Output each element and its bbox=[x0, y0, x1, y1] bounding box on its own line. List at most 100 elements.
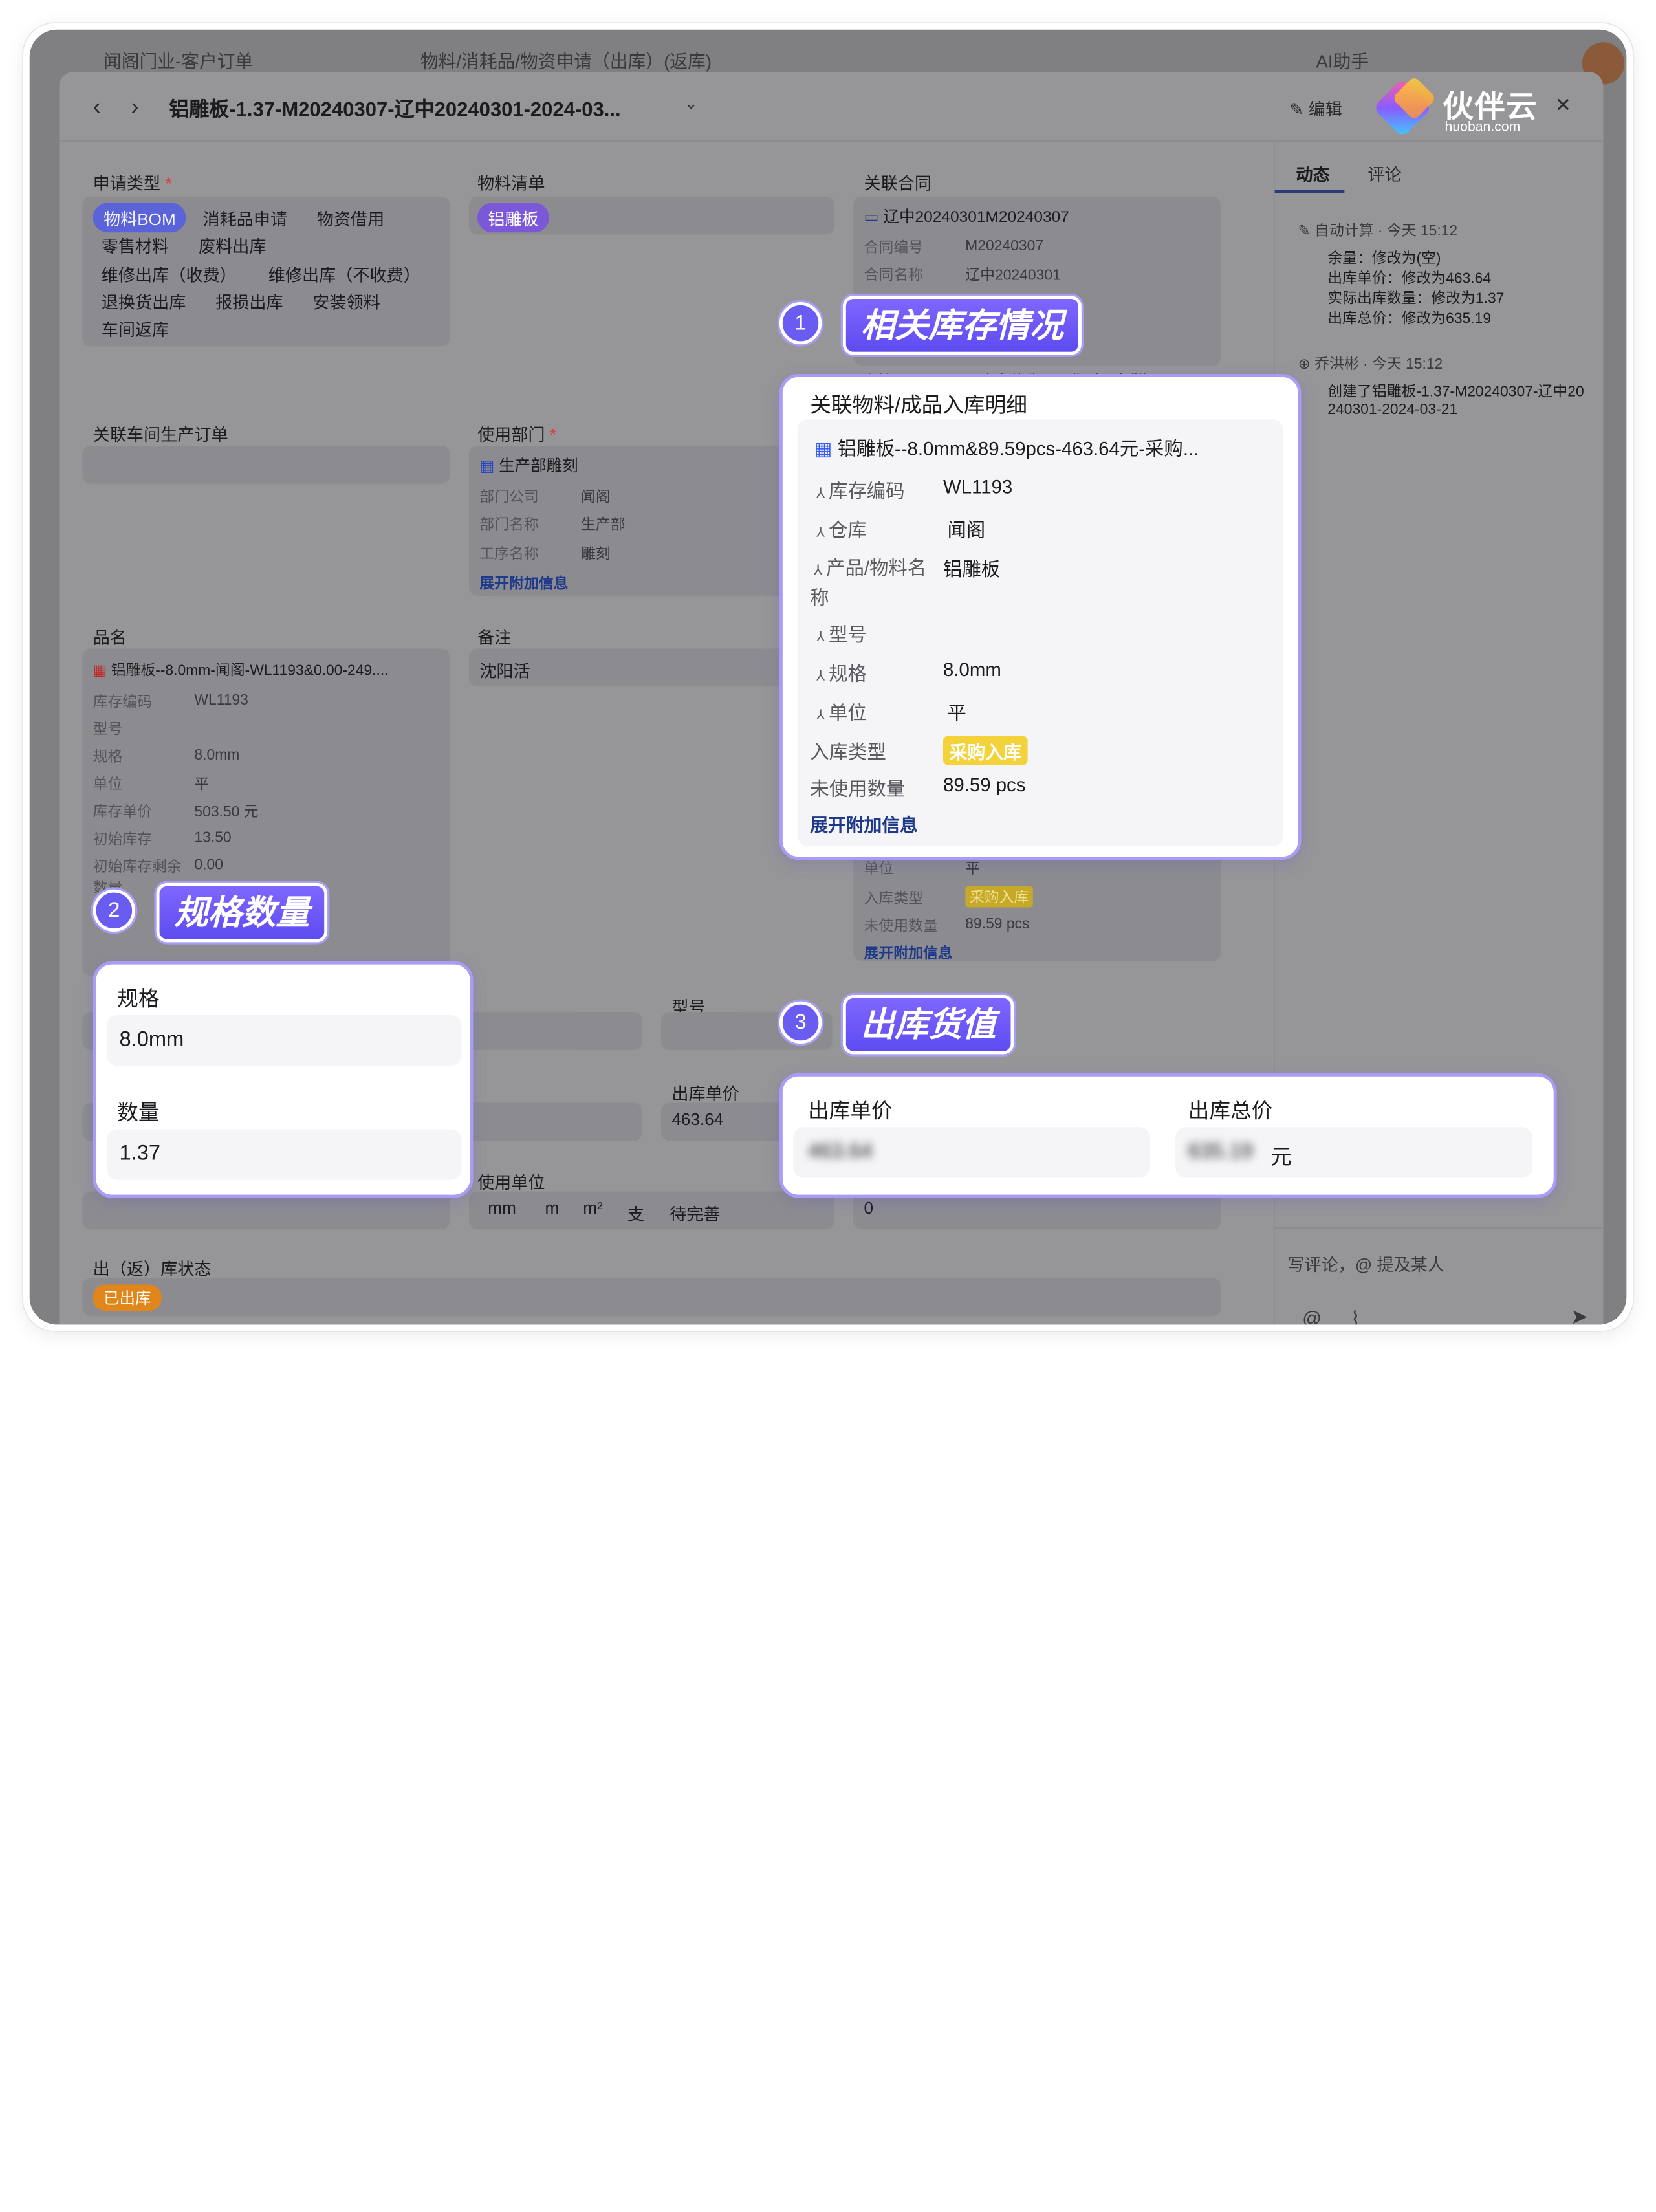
hierarchy-icon: ⅄ bbox=[816, 485, 829, 501]
card2-qty-value: 1.37 bbox=[119, 1141, 161, 1165]
record-header: ‹ › 铝雕板-1.37-M20240307-辽中20240301-2024-0… bbox=[59, 72, 1604, 142]
bom-value-pill[interactable]: 铝雕板 bbox=[477, 203, 550, 233]
dept-company-value: 闻阁 bbox=[580, 488, 611, 505]
product-value: 铝雕板--8.0mm-闻阁-WL1193&0.00-249.... bbox=[111, 661, 389, 679]
hierarchy-icon: ⅄ bbox=[816, 628, 829, 644]
prev-record-icon[interactable]: ‹ bbox=[93, 93, 101, 120]
chevron-down-icon[interactable]: ⌄ bbox=[684, 94, 698, 113]
card1-value: 8.0mm bbox=[943, 659, 1001, 681]
workshop-order-label: 关联车间生产订单 bbox=[93, 426, 228, 445]
out-value-card: 出库单价 463.64 出库总价 635.19 元 bbox=[779, 1073, 1557, 1198]
dept-label: 使用部门 * bbox=[477, 421, 556, 446]
init-stock-value: 13.50 bbox=[194, 828, 232, 846]
card1-key-text: 产品/物料名称 bbox=[810, 558, 927, 609]
hierarchy-icon: ⅄ bbox=[816, 523, 829, 540]
card1-type-key: 入库类型 bbox=[810, 741, 886, 763]
callout-3-badge: 3 bbox=[779, 1001, 822, 1044]
dept-value: 生产部雕刻 bbox=[499, 457, 578, 476]
pencil-icon: ✎ bbox=[1298, 221, 1315, 239]
status-badge[interactable]: 已出库 bbox=[93, 1284, 162, 1311]
apply-type-option[interactable]: 报损出库 bbox=[215, 289, 283, 314]
ai-assistant-button[interactable]: AI助手 bbox=[1316, 47, 1369, 73]
card1-key-text: 仓库 bbox=[828, 520, 867, 541]
card1-key: ⅄ 仓库 bbox=[816, 516, 867, 543]
close-icon[interactable]: × bbox=[1556, 91, 1571, 120]
apply-type-option[interactable]: 零售材料 bbox=[102, 232, 169, 257]
card1-key: ⅄ 产品/物料名称 bbox=[810, 554, 932, 613]
card1-value: 铝雕板 bbox=[943, 558, 1001, 580]
feed-entry-2-head-text: 乔洪彬 · 今天 15:12 bbox=[1314, 355, 1443, 372]
edit-button[interactable]: ✎ 编辑 bbox=[1290, 95, 1342, 120]
bg-tab-customer-orders[interactable]: 闻阁门业-客户订单 bbox=[104, 47, 253, 73]
attachment-icon[interactable]: ⌇ bbox=[1351, 1308, 1360, 1324]
stock-code-key: 库存编码 bbox=[93, 693, 153, 710]
apply-type-option[interactable]: 物资借用 bbox=[317, 205, 385, 230]
feed-line: 240301-2024-03-21 bbox=[1327, 400, 1458, 417]
init-stock-key: 初始库存 bbox=[93, 830, 153, 848]
apply-type-label-text: 申请类型 bbox=[93, 175, 161, 193]
under-expand-link[interactable]: 展开附加信息 bbox=[864, 942, 953, 963]
plus-circle-icon: ⊕ bbox=[1298, 355, 1315, 372]
dept-label-text: 使用部门 bbox=[477, 426, 545, 445]
comment-input[interactable]: 写评论，@ 提及某人 bbox=[1287, 1251, 1444, 1276]
card3-price-label: 出库单价 bbox=[808, 1099, 893, 1123]
use-unit-label: 使用单位 bbox=[477, 1174, 545, 1193]
under-type-tag: 采购入库 bbox=[965, 886, 1033, 908]
apply-type-option[interactable]: 维修出库（收费） bbox=[102, 261, 237, 286]
apply-type-option[interactable]: 安装领料 bbox=[312, 289, 380, 314]
card1-unused-key: 未使用数量 bbox=[810, 778, 906, 800]
apply-type-option[interactable]: 车间返库 bbox=[102, 316, 169, 341]
use-unit-option[interactable]: 待完善 bbox=[670, 1200, 720, 1225]
use-unit-option[interactable]: mm bbox=[488, 1200, 516, 1219]
out-price-value-bg: 463.64 bbox=[671, 1111, 724, 1130]
apply-type-option[interactable]: 退换货出库 bbox=[102, 289, 186, 314]
apply-type-option[interactable]: 消耗品申请 bbox=[202, 205, 287, 230]
dept-link[interactable]: ▦ 生产部雕刻 bbox=[479, 454, 578, 476]
card1-type-tag: 采购入库 bbox=[943, 736, 1028, 765]
use-unit-option[interactable]: 支 bbox=[627, 1200, 644, 1225]
feed-entry-1-head: ✎ 自动计算 · 今天 15:12 bbox=[1298, 220, 1458, 241]
card2-spec-label: 规格 bbox=[117, 987, 160, 1011]
feed-line: 出库单价：修改为463.64 bbox=[1327, 269, 1492, 287]
record-title: 铝雕板-1.37-M20240307-辽中20240301-2024-03... bbox=[169, 99, 621, 122]
send-icon[interactable]: ➤ bbox=[1571, 1304, 1588, 1324]
card1-value: 闻阁 bbox=[947, 520, 986, 541]
stage: 闻阁门业-客户订单 物料/消耗品/物资申请（出库）(返库) AI助手 ‹ › 铝… bbox=[0, 0, 1656, 2212]
feed-line: 余量：修改为(空) bbox=[1327, 249, 1441, 267]
tab-activity[interactable]: 动态 bbox=[1296, 160, 1329, 186]
workshop-order-field[interactable] bbox=[82, 445, 450, 484]
remark-label: 备注 bbox=[477, 630, 512, 648]
use-unit-option[interactable]: m bbox=[545, 1200, 559, 1219]
contract-link[interactable]: ▭ 辽中20240301M20240307 bbox=[864, 205, 1069, 227]
dept-expand-link[interactable]: 展开附加信息 bbox=[479, 573, 568, 594]
callout-2-label: 规格数量 bbox=[156, 882, 328, 943]
apply-type-option[interactable]: 废料出库 bbox=[199, 232, 267, 257]
card1-key-text: 单位 bbox=[828, 702, 867, 724]
card1-item-text: 铝雕板--8.0mm&89.59pcs-463.64元-采购... bbox=[837, 438, 1199, 460]
card3-total-unit: 元 bbox=[1270, 1146, 1292, 1170]
apply-type-option[interactable]: 物料BOM bbox=[93, 203, 187, 233]
use-unit-option[interactable]: m² bbox=[583, 1200, 602, 1219]
use-unit-box bbox=[468, 1191, 834, 1230]
card1-expand-link[interactable]: 展开附加信息 bbox=[810, 810, 918, 837]
init-remain-value: 0.00 bbox=[194, 855, 223, 873]
callout-2-badge: 2 bbox=[93, 889, 135, 932]
under-unit-key: 单位 bbox=[864, 860, 894, 877]
product-link[interactable]: ▦ 铝雕板--8.0mm-闻阁-WL1193&0.00-249.... bbox=[93, 659, 389, 681]
table-icon: ▦ bbox=[93, 661, 111, 679]
contract-name-key: 合同名称 bbox=[864, 266, 923, 283]
card1-item-link[interactable]: ▦ 铝雕板--8.0mm&89.59pcs-463.64元-采购... bbox=[814, 434, 1199, 461]
product-label: 品名 bbox=[93, 630, 127, 648]
card1-value: WL1193 bbox=[943, 476, 1013, 498]
card3-total-value: 635.19 bbox=[1188, 1139, 1253, 1163]
hierarchy-icon: ⅄ bbox=[816, 667, 829, 684]
brand-logo: 伙伴云 huoban.com bbox=[1373, 76, 1578, 138]
bom-label: 物料清单 bbox=[477, 175, 545, 193]
card1-key-text: 型号 bbox=[828, 624, 867, 646]
next-record-icon[interactable]: › bbox=[131, 93, 138, 120]
callout-1-label: 相关库存情况 bbox=[842, 296, 1082, 355]
tab-comment[interactable]: 评论 bbox=[1367, 160, 1401, 186]
bg-tab-material-request[interactable]: 物料/消耗品/物资申请（出库）(返库) bbox=[420, 47, 712, 73]
apply-type-option[interactable]: 维修出库（不收费） bbox=[268, 261, 420, 286]
mention-icon[interactable]: @ bbox=[1302, 1308, 1322, 1324]
